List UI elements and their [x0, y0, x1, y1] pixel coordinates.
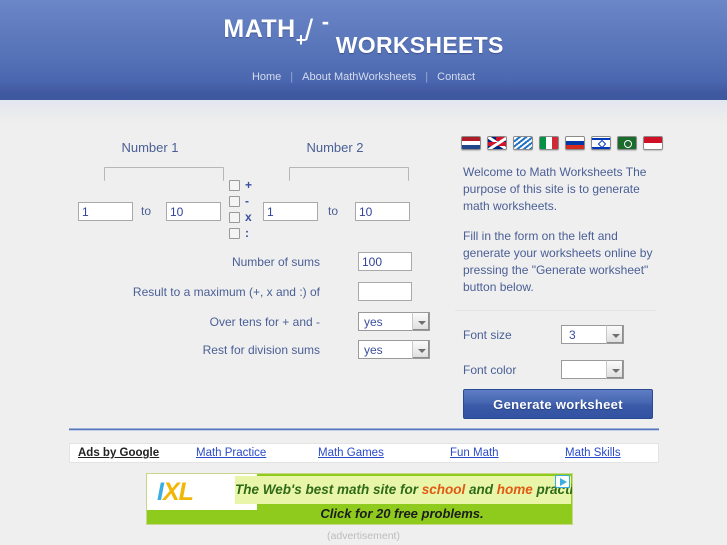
- banner-headline-pre: The Web's best math site for: [235, 482, 422, 497]
- banner-headline-mid: and: [465, 482, 497, 497]
- operator-checkbox-plus[interactable]: [229, 180, 240, 191]
- welcome-paragraph-1: Welcome to Math Worksheets The purpose o…: [463, 165, 647, 213]
- over-tens-value: yes: [364, 315, 383, 329]
- chevron-down-icon[interactable]: [412, 340, 430, 359]
- logo-operators-icon: / + -: [295, 9, 336, 58]
- language-flag-list: [455, 132, 663, 152]
- operator-label-divide: :: [245, 226, 249, 240]
- adchoices-icon[interactable]: [555, 475, 570, 488]
- generate-worksheet-button[interactable]: Generate worksheet: [463, 389, 653, 419]
- font-color-select[interactable]: [561, 360, 624, 379]
- number-of-sums-row: Number of sums: [60, 252, 412, 274]
- flag-united-kingdom-icon[interactable]: [487, 136, 507, 150]
- over-tens-row: Over tens for + and - yes: [60, 312, 430, 334]
- number-of-sums-input[interactable]: [358, 252, 412, 271]
- ad-link-math-games[interactable]: Math Games: [318, 447, 384, 459]
- over-tens-select[interactable]: yes: [358, 312, 430, 331]
- operator-row-minus: -: [229, 194, 281, 210]
- logo-plus: +: [295, 30, 307, 50]
- nav-separator-1: |: [290, 71, 294, 83]
- number1-from-input[interactable]: [78, 202, 133, 221]
- ixl-logo: IXL: [157, 478, 194, 506]
- chevron-down-icon[interactable]: [606, 360, 624, 379]
- ad-link-fun-math[interactable]: Fun Math: [450, 447, 499, 459]
- number2-to-label: to: [328, 204, 339, 218]
- result-maximum-row: Result to a maximum (+, x and :) of: [60, 282, 412, 304]
- logo-worksheets-text: WORKSHEETS: [335, 32, 504, 58]
- flag-italy-icon[interactable]: [539, 136, 559, 150]
- operator-label-plus: +: [245, 178, 253, 192]
- main-navigation: Home | About MathWorksheets | Contact: [0, 71, 727, 83]
- operator-label-minus: -: [245, 194, 249, 208]
- logo-minus: -: [321, 9, 330, 34]
- number2-fieldset-border: [289, 167, 409, 181]
- font-size-label: Font size: [463, 328, 512, 342]
- flag-indonesia-icon[interactable]: [643, 136, 663, 150]
- font-size-value: 3: [569, 328, 576, 342]
- operator-checkbox-minus[interactable]: [229, 196, 240, 207]
- font-size-row: Font size 3: [455, 325, 656, 346]
- header-fade: [0, 100, 727, 126]
- flag-netherlands-icon[interactable]: [461, 136, 481, 150]
- ixl-logo-l: L: [178, 478, 194, 506]
- font-size-select[interactable]: 3: [561, 325, 624, 344]
- advertisement-label: (advertisement): [327, 530, 400, 542]
- rest-division-row: Rest for division sums yes: [60, 340, 430, 362]
- over-tens-label: Over tens for + and -: [209, 315, 320, 329]
- operator-checkbox-divide[interactable]: [229, 228, 240, 239]
- welcome-text-block: Welcome to Math Worksheets The purpose o…: [455, 164, 656, 311]
- operator-checkbox-group: + - x :: [229, 178, 281, 244]
- welcome-paragraph-2: Fill in the form on the left and generat…: [463, 229, 653, 294]
- nav-separator-2: |: [425, 71, 429, 83]
- ad-link-math-skills[interactable]: Math Skills: [565, 447, 621, 459]
- banner-headline-school: school: [421, 482, 466, 497]
- nav-link-about[interactable]: About MathWorksheets: [298, 71, 420, 83]
- operator-label-times: x: [245, 210, 252, 224]
- operator-row-plus: +: [229, 178, 281, 194]
- site-logo: MATH / + - WORKSHEETS: [0, 9, 727, 59]
- result-maximum-input[interactable]: [358, 282, 412, 301]
- flag-frisian-icon[interactable]: [513, 136, 533, 150]
- ads-by-google-label: Ads by Google: [78, 447, 160, 459]
- number-of-sums-label: Number of sums: [231, 255, 320, 269]
- flag-israel-icon[interactable]: [591, 136, 611, 150]
- chevron-down-icon[interactable]: [606, 325, 624, 344]
- banner-subline: Click for 20 free problems.: [320, 506, 484, 521]
- page-root: MATH / + - WORKSHEETS Home | About MathWorkshe…: [0, 0, 727, 545]
- banner-headline-home: home: [496, 482, 533, 497]
- ixl-ad-banner[interactable]: IXL The Web's best math site for school …: [146, 473, 573, 525]
- rest-division-value: yes: [364, 343, 383, 357]
- number2-to-input[interactable]: [355, 202, 410, 221]
- banner-headline: The Web's best math site for school and …: [235, 476, 572, 504]
- number1-to-input[interactable]: [166, 202, 221, 221]
- rest-division-select[interactable]: yes: [358, 340, 430, 359]
- nav-link-home[interactable]: Home: [248, 71, 285, 83]
- worksheet-form: Number 1 Number 2 to to + - x :: [60, 130, 440, 415]
- chevron-down-icon[interactable]: [412, 312, 430, 331]
- result-maximum-label: Result to a maximum (+, x and :) of: [132, 285, 320, 299]
- rest-division-label: Rest for division sums: [202, 343, 320, 357]
- number1-to-label: to: [141, 204, 152, 218]
- logo-math-text: MATH: [223, 15, 296, 43]
- flag-russia-icon[interactable]: [565, 136, 585, 150]
- font-color-label: Font color: [463, 363, 517, 377]
- google-ads-bar: Ads by Google Math Practice Math Games F…: [69, 443, 659, 463]
- nav-link-contact[interactable]: Contact: [433, 71, 479, 83]
- section-divider: [69, 428, 659, 431]
- ixl-logo-x: X: [162, 478, 180, 506]
- sidebar-panel: Welcome to Math Worksheets The purpose o…: [455, 132, 663, 419]
- font-color-row: Font color: [455, 360, 656, 381]
- operator-checkbox-times[interactable]: [229, 212, 240, 223]
- flag-arab-league-icon[interactable]: [617, 136, 637, 150]
- header-bottom-band: [0, 93, 727, 100]
- number2-column-title: Number 2: [306, 140, 364, 155]
- operator-row-times: x: [229, 210, 281, 226]
- ad-link-math-practice[interactable]: Math Practice: [196, 447, 266, 459]
- number1-column-title: Number 1: [121, 140, 179, 155]
- number1-fieldset-border: [104, 167, 224, 181]
- operator-row-divide: :: [229, 226, 281, 242]
